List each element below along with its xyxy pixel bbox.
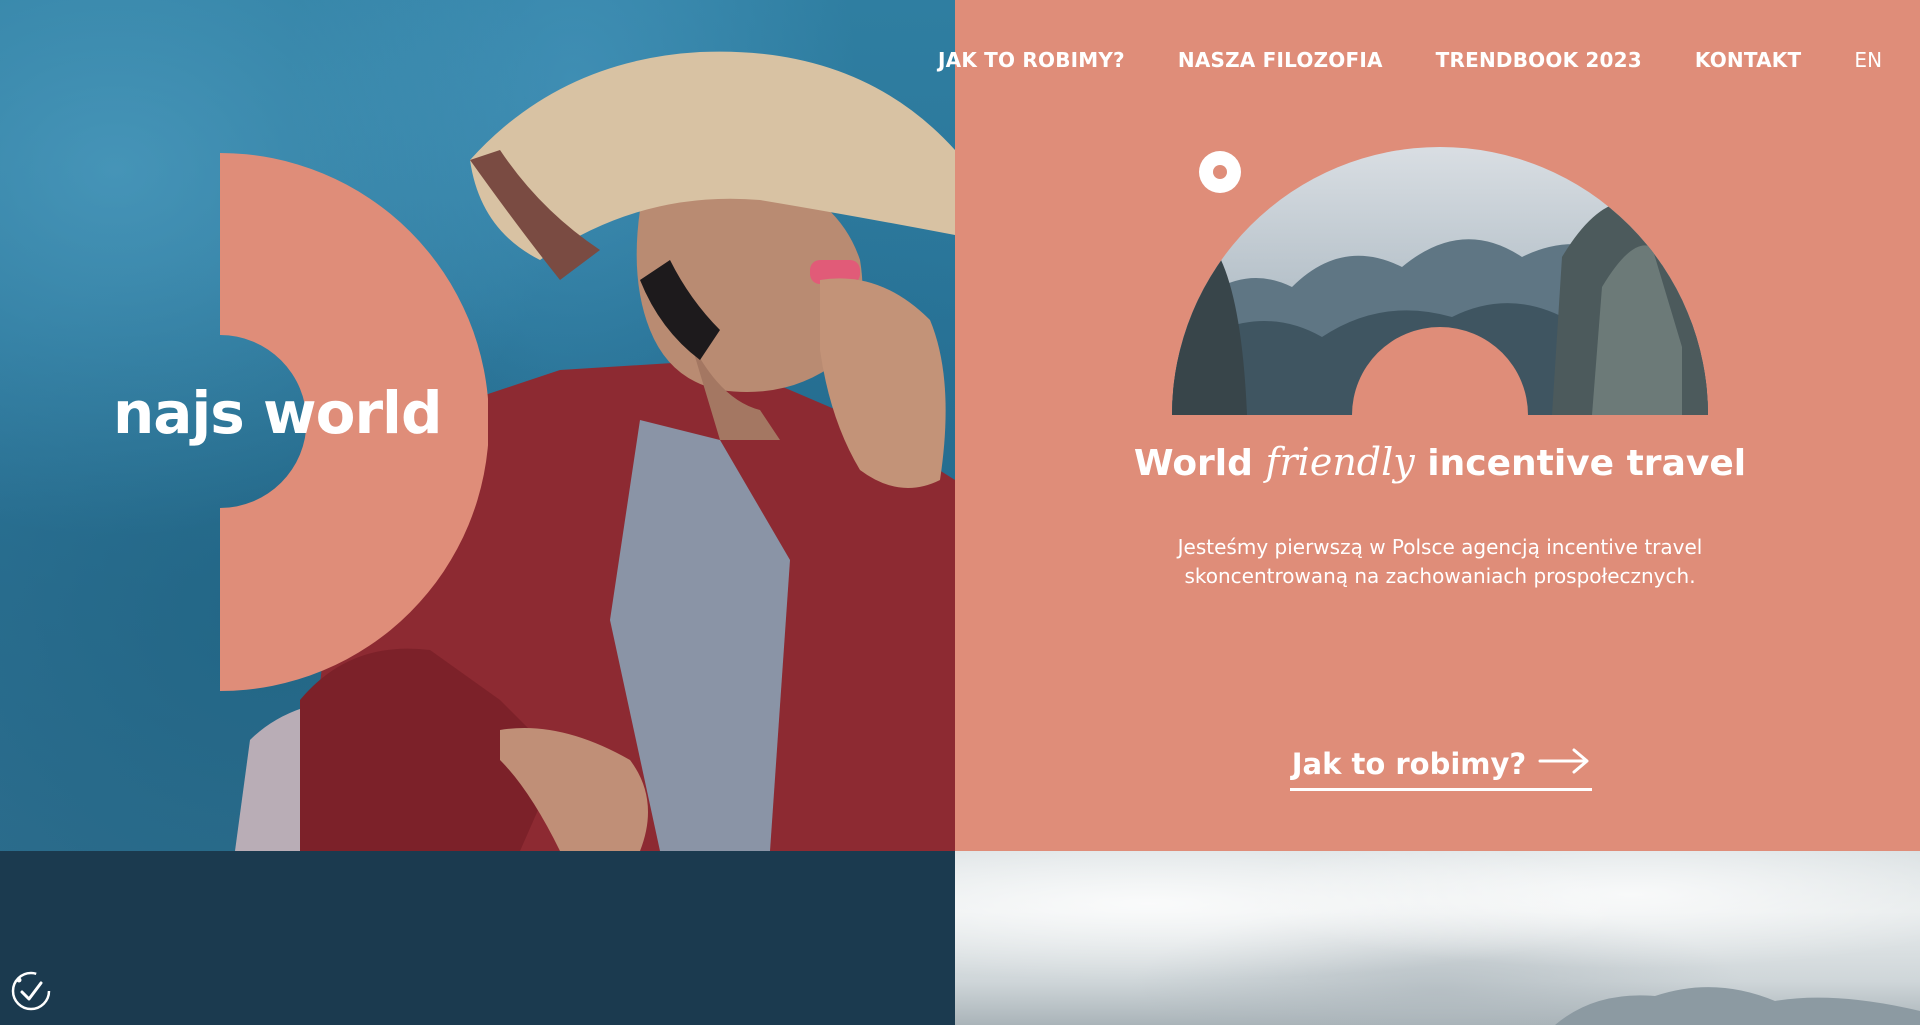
nav-item-kontakt[interactable]: KONTAKT [1695,48,1801,72]
nav-item-nasza-filozofia[interactable]: NASZA FILOZOFIA [1178,48,1383,72]
cta-label: Jak to robimy? [1291,747,1527,781]
next-section-dark [0,851,955,1025]
mountain-silhouette [1555,987,1920,1025]
headline-part1: World [1133,443,1266,484]
cta-jak-to-robimy-button[interactable]: Jak to robimy? [1290,740,1592,791]
headline-emphasis: friendly [1265,440,1415,484]
landscape-arch-image [1172,147,1708,415]
hero-headline: World friendly incentive travel [1100,440,1780,484]
arrow-right-icon [1538,747,1590,782]
headline-part2: incentive travel [1414,443,1747,484]
nav-item-jak-to-robimy[interactable]: JAK TO ROBIMY? [938,48,1125,72]
hero-lead-text: Jesteśmy pierwszą w Polsce agencją incen… [1177,535,1703,588]
hero-photo: najs world [0,0,955,851]
main-nav: JAK TO ROBIMY? NASZA FILOZOFIA TRENDBOOK… [938,48,1882,72]
language-switch[interactable]: EN [1854,48,1882,72]
nav-item-trendbook[interactable]: TRENDBOOK 2023 [1436,48,1642,72]
next-section-image [955,851,1920,1025]
page: najs world JAK TO ROBIMY? NASZA FILOZOFI… [0,0,1920,1025]
hero-content-panel [955,0,1920,851]
accessibility-check-icon[interactable] [10,970,52,1012]
logo[interactable]: najs world [113,384,442,442]
